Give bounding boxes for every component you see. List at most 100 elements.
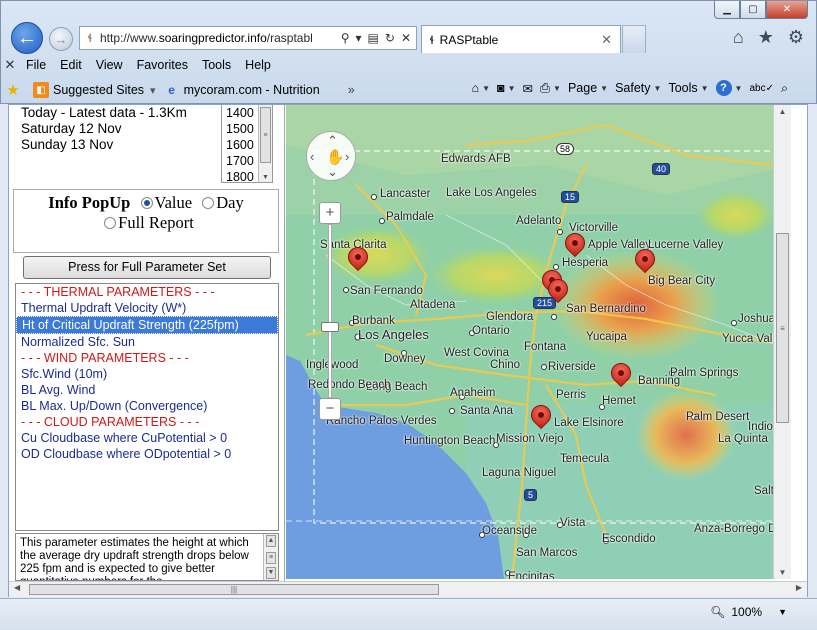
param-cu-cloudbase[interactable]: Cu Cloudbase where CuPotential > 0 bbox=[16, 430, 278, 446]
pin-big-bear-marker-icon[interactable] bbox=[630, 244, 660, 283]
scroll-down-arrow[interactable]: ▼ bbox=[774, 568, 791, 577]
hour-list[interactable]: 1400 1500 1600 1700 1800 ≡ ▼ bbox=[221, 105, 273, 184]
zoom-out-button[interactable]: − bbox=[319, 398, 341, 420]
hour-list-scrollbar[interactable]: ≡ ▼ bbox=[258, 105, 272, 182]
zoom-slider-track[interactable] bbox=[328, 224, 332, 398]
address-bar[interactable]: ɬ http://www.soaringpredictor.info/raspt… bbox=[79, 26, 417, 50]
menu-file[interactable]: File bbox=[19, 58, 53, 72]
pin-hesperia-marker-icon[interactable] bbox=[560, 228, 590, 267]
print-button[interactable]: ⎙ ▼ bbox=[540, 81, 561, 96]
day-option[interactable]: Sunday 13 Nov bbox=[21, 137, 223, 153]
forecast-map[interactable]: Lancaster Lake Los Angeles Edwards AFB Palm… bbox=[286, 105, 791, 579]
pin-elsinore-marker-icon[interactable] bbox=[526, 400, 556, 439]
description-scrollbar[interactable]: ▲ ≡ ▼ bbox=[263, 534, 278, 580]
zoom-level-control[interactable]: 🔍︎ 100% ▼ bbox=[710, 605, 787, 619]
spellcheck-button[interactable]: abc✓ bbox=[749, 83, 774, 94]
tab-rasptable[interactable]: ɬ RASPtable ✕ bbox=[421, 25, 621, 53]
radio-value[interactable] bbox=[140, 197, 153, 210]
map-place-label: Burbank bbox=[352, 315, 395, 327]
param-thermal-updraft-velocity[interactable]: Thermal Updraft Velocity (W*) bbox=[16, 300, 278, 316]
parameter-description[interactable]: This parameter estimates the height at w… bbox=[15, 533, 279, 581]
param-header-thermal[interactable]: - - - THERMAL PARAMETERS - - - bbox=[16, 284, 278, 300]
param-bl-max-updown[interactable]: BL Max. Up/Down (Convergence) bbox=[16, 398, 278, 414]
favorite-suggested-sites[interactable]: ◧ Suggested Sites ▾ bbox=[29, 82, 160, 98]
search-icon[interactable]: ⚲ bbox=[341, 31, 350, 45]
pan-left-icon[interactable]: ‹ bbox=[310, 149, 314, 164]
map-place-label: Glendora bbox=[486, 311, 534, 323]
param-bl-avg-wind[interactable]: BL Avg. Wind bbox=[16, 382, 278, 398]
pin-santa-clarita-marker-icon[interactable] bbox=[343, 242, 373, 281]
minimize-button[interactable]: ▁ bbox=[714, 1, 740, 19]
compatibility-view-icon[interactable]: ▤ bbox=[368, 31, 379, 45]
param-normalized-sfc-sun[interactable]: Normalized Sfc. Sun bbox=[16, 334, 278, 350]
scroll-right-arrow[interactable]: ▶ bbox=[796, 583, 802, 592]
radio-full-report[interactable] bbox=[104, 217, 117, 230]
tools-menu[interactable]: Tools ▼ bbox=[668, 81, 708, 95]
scroll-left-arrow[interactable]: ◀ bbox=[14, 583, 20, 592]
feeds-button[interactable]: ◙ ▼ bbox=[497, 81, 515, 95]
scroll-up-arrow[interactable]: ▲ bbox=[266, 535, 276, 547]
gear-icon[interactable]: ⚙ bbox=[788, 27, 804, 48]
map-place-label: San Fernando bbox=[350, 285, 423, 297]
menu-tools[interactable]: Tools bbox=[195, 58, 238, 72]
refresh-icon[interactable]: ↻ bbox=[385, 31, 395, 45]
new-tab-button[interactable] bbox=[622, 25, 646, 53]
home-button[interactable]: ⌂ ▼ bbox=[472, 81, 490, 95]
pan-up-icon[interactable]: ⌃ bbox=[327, 133, 338, 149]
safety-menu[interactable]: Safety ▼ bbox=[615, 81, 661, 95]
stop-icon[interactable]: ✕ bbox=[401, 31, 411, 45]
close-window-button[interactable]: ✕ bbox=[766, 1, 808, 19]
day-option[interactable]: Today - Latest data - 1.3Km bbox=[21, 105, 223, 121]
scroll-thumb[interactable]: ≡ bbox=[266, 552, 276, 564]
tab-close-icon[interactable]: ✕ bbox=[601, 32, 612, 48]
favorites-star-icon[interactable]: ★ bbox=[758, 27, 774, 48]
day-list[interactable]: Today - Latest data - 1.3Km Saturday 12 … bbox=[13, 105, 223, 183]
dropdown-arrow-icon[interactable]: ▾ bbox=[356, 31, 362, 45]
parameter-list[interactable]: - - - THERMAL PARAMETERS - - - Thermal U… bbox=[15, 283, 279, 531]
map-place-label: Edwards AFB bbox=[441, 153, 511, 165]
favorite-mycoram[interactable]: e mycoram.com - Nutrition bbox=[160, 82, 324, 98]
map-place-label: Adelanto bbox=[516, 215, 562, 227]
page-menu[interactable]: Page ▼ bbox=[568, 81, 608, 95]
scroll-thumb[interactable]: ≡ bbox=[776, 233, 789, 423]
scroll-thumb[interactable]: ≡ bbox=[260, 107, 271, 163]
param-od-cloudbase[interactable]: OD Cloudbase where ODpotential > 0 bbox=[16, 446, 278, 462]
forward-button[interactable]: → bbox=[49, 27, 73, 51]
pin-hemet-marker-icon[interactable] bbox=[606, 358, 636, 397]
day-option[interactable]: Saturday 12 Nov bbox=[21, 121, 223, 137]
map-vertical-scrollbar[interactable]: ▲ ≡ ▼ bbox=[773, 105, 791, 579]
zoom-magnifier-icon: 🔍︎ bbox=[710, 605, 726, 619]
pin-crestline-2-marker-icon[interactable] bbox=[543, 274, 573, 313]
maximize-button[interactable]: ▢ bbox=[740, 1, 766, 19]
favorites-star[interactable]: ★ bbox=[1, 82, 29, 99]
menu-favorites[interactable]: Favorites bbox=[130, 58, 195, 72]
menu-view[interactable]: View bbox=[89, 58, 130, 72]
full-parameter-set-button[interactable]: Press for Full Parameter Set bbox=[23, 256, 271, 279]
radio-day[interactable] bbox=[202, 197, 215, 210]
zoom-in-button[interactable]: + bbox=[319, 202, 341, 224]
zoom-slider-handle[interactable] bbox=[321, 322, 339, 332]
map-pan-control[interactable]: ⌃ ‹ ✋ › ⌄ bbox=[306, 131, 356, 181]
horizontal-scrollbar[interactable]: ◀ ||| ▶ bbox=[9, 581, 807, 597]
mail-button[interactable]: ✉ bbox=[523, 81, 533, 96]
menu-edit[interactable]: Edit bbox=[53, 58, 89, 72]
scroll-down-arrow[interactable]: ▼ bbox=[266, 567, 276, 579]
scroll-thumb[interactable]: ||| bbox=[29, 584, 439, 595]
param-header-wind[interactable]: - - - WIND PARAMETERS - - - bbox=[16, 350, 278, 366]
pan-right-icon[interactable]: › bbox=[345, 149, 349, 164]
menu-help[interactable]: Help bbox=[238, 58, 278, 72]
param-ht-critical-updraft[interactable]: Ht of Critical Updraft Strength (225fpm) bbox=[16, 316, 278, 334]
menubar-close-icon[interactable]: ✕ bbox=[1, 57, 19, 73]
back-button[interactable]: ← bbox=[11, 22, 43, 54]
home-icon[interactable]: ⌂ bbox=[733, 27, 744, 48]
favorites-overflow-chevron[interactable]: » bbox=[344, 83, 359, 97]
url-text[interactable]: http://www.soaringpredictor.info/rasptab… bbox=[100, 31, 336, 45]
scroll-up-arrow[interactable]: ▲ bbox=[774, 107, 791, 116]
help-button[interactable]: ? ▼ bbox=[715, 80, 742, 96]
param-header-cloud[interactable]: - - - CLOUD PARAMETERS - - - bbox=[16, 414, 278, 430]
map-zoom-control[interactable]: + − bbox=[319, 202, 341, 420]
pan-down-icon[interactable]: ⌄ bbox=[327, 164, 338, 180]
param-sfc-wind[interactable]: Sfc.Wind (10m) bbox=[16, 366, 278, 382]
scroll-down-arrow[interactable]: ▼ bbox=[259, 174, 272, 181]
research-button[interactable]: ⌕ bbox=[781, 81, 788, 96]
